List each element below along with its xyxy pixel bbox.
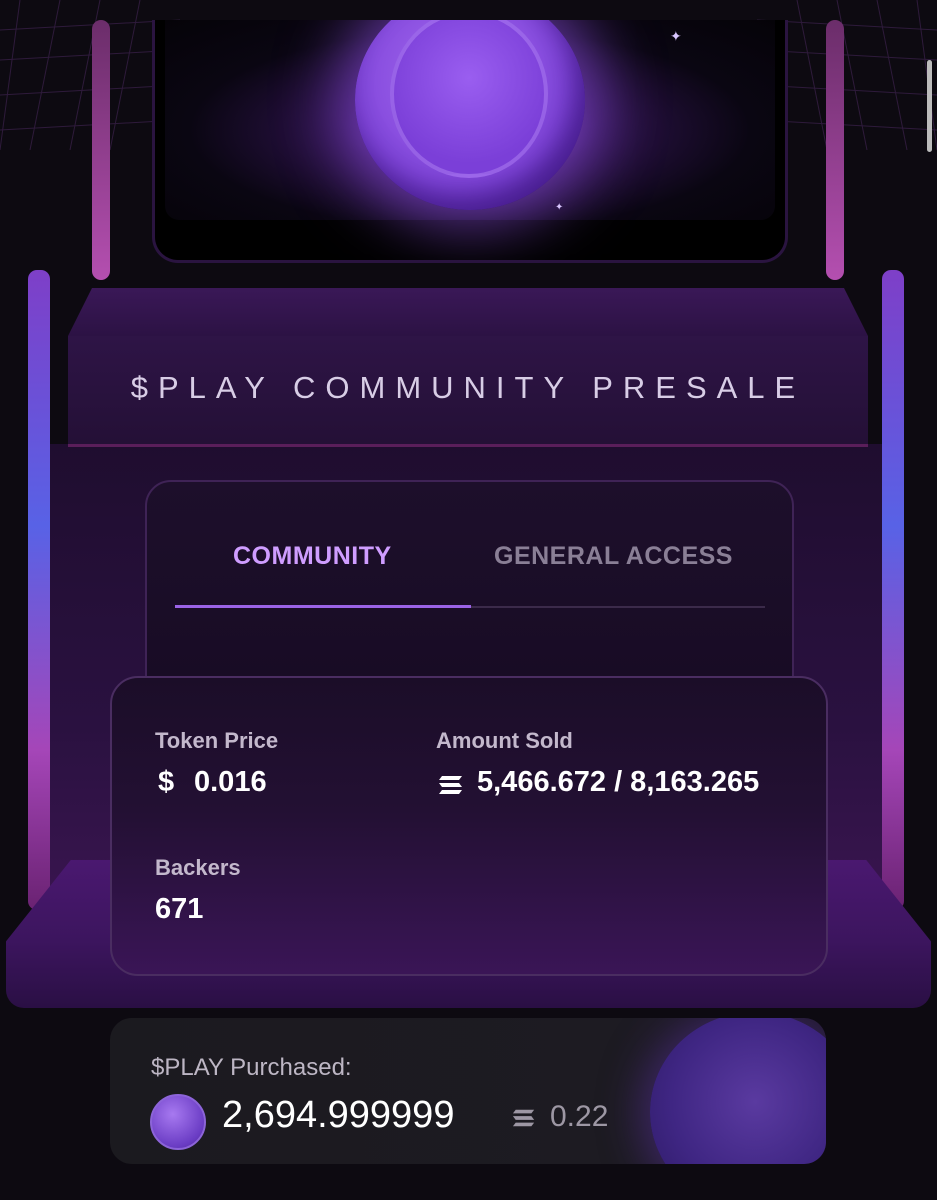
sparkle-icon: ✦ <box>555 202 564 213</box>
stats-card: Token Price $ 0.016 Amount Sold 5,466.67… <box>110 676 828 976</box>
arcade-screen: ✦ ✦ <box>152 20 788 263</box>
screen-glow: ✦ ✦ <box>165 20 775 220</box>
cabinet-rail <box>92 20 110 280</box>
sparkle-icon: ✦ <box>670 28 682 44</box>
dollar-icon: $ <box>158 766 175 798</box>
play-coin-icon <box>650 1018 826 1164</box>
purchased-sol-value: 0.22 <box>550 1100 609 1133</box>
marquee: $PLAY COMMUNITY PRESALE <box>68 336 868 447</box>
cabinet-rail <box>882 270 904 910</box>
purchased-amount: 2,694.999999 <box>222 1094 455 1136</box>
backers-value: 671 <box>155 893 204 925</box>
purchased-label: $PLAY Purchased: <box>151 1054 352 1081</box>
solana-icon <box>439 776 462 794</box>
amount-sold-label: Amount Sold <box>436 728 573 753</box>
play-coin-icon <box>355 20 585 210</box>
page: ✦ ✦ $PLAY COMMUNITY PRESALE COMMUNITY GE… <box>0 0 937 1200</box>
marquee-top <box>68 288 868 336</box>
coin-face <box>390 20 548 178</box>
page-title: $PLAY COMMUNITY PRESALE <box>130 370 806 405</box>
amount-sold-value: 5,466.672 / 8,163.265 <box>477 766 760 798</box>
solana-icon <box>512 1109 535 1127</box>
cabinet-rail <box>28 270 50 910</box>
backers-label: Backers <box>155 855 241 880</box>
play-token-icon <box>150 1094 206 1150</box>
scrollbar[interactable] <box>927 60 932 152</box>
purchased-panel: $PLAY Purchased: 2,694.999999 0.22 <box>110 1018 826 1164</box>
active-tab-indicator <box>175 605 471 608</box>
token-price-label: Token Price <box>155 728 279 753</box>
tab-community[interactable]: COMMUNITY <box>233 542 392 571</box>
cabinet-rail <box>826 20 844 280</box>
token-price-value: 0.016 <box>194 766 267 798</box>
tab-general-access[interactable]: GENERAL ACCESS <box>494 542 733 571</box>
